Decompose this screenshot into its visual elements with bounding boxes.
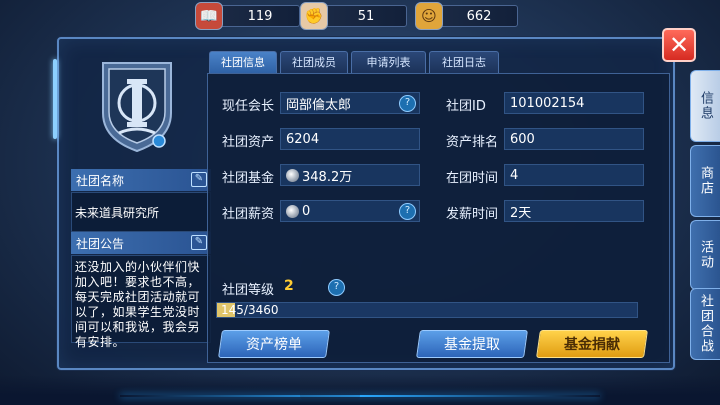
assets-value: 6204 bbox=[286, 131, 320, 147]
close-button[interactable]: ✕ bbox=[662, 28, 696, 62]
club-notice-text: 还没加入的小伙伴们快加入吧！要求也不高，每天完成社团活动就可以了，如果学生党没时… bbox=[71, 255, 211, 349]
mask-icon: ☺ bbox=[415, 2, 443, 30]
salary-field: 0 ? bbox=[280, 200, 420, 222]
silver-coin-icon bbox=[286, 204, 299, 218]
fund-donate-button[interactable]: 基金捐献 bbox=[536, 330, 648, 358]
member-time-value: 4 bbox=[510, 167, 519, 183]
club-name-label: 社团名称 bbox=[76, 173, 125, 188]
tab-club-info[interactable]: 社团信息 bbox=[209, 51, 277, 73]
side-tab-club-battle[interactable]: 社团合战 bbox=[690, 288, 720, 360]
fund-field: 348.2万 bbox=[280, 164, 420, 186]
level-progress-text: 145/3460 bbox=[221, 303, 279, 317]
tab-bar: 社团信息 社团成员 申请列表 社团日志 bbox=[209, 51, 499, 73]
leader-value: 岡部倫太郎 bbox=[286, 97, 352, 113]
tab-club-members[interactable]: 社团成员 bbox=[280, 51, 348, 73]
club-emblem bbox=[102, 62, 172, 153]
fund-label: 社团基金 bbox=[222, 171, 275, 186]
tab-application-list[interactable]: 申请列表 bbox=[351, 51, 426, 73]
close-icon: ✕ bbox=[668, 31, 690, 59]
club-id-label: 社团ID bbox=[446, 99, 486, 114]
club-notice-header: 社团公告 ✎ bbox=[71, 232, 211, 254]
leader-field: 岡部倫太郎 ? bbox=[280, 92, 420, 114]
side-tab-info[interactable]: 信息 bbox=[690, 70, 720, 142]
fund-donate-button-label: 基金捐献 bbox=[564, 337, 620, 353]
level-help-icon[interactable]: ? bbox=[328, 279, 345, 296]
leader-label: 现任会长 bbox=[222, 99, 275, 114]
salary-label: 社团薪资 bbox=[222, 207, 275, 222]
club-name-header: 社团名称 ✎ bbox=[71, 169, 211, 191]
bottom-glow bbox=[0, 375, 720, 405]
level-label: 社团等级 bbox=[222, 283, 275, 298]
book-icon: 📖 bbox=[195, 2, 223, 30]
edit-notice-icon[interactable]: ✎ bbox=[191, 235, 207, 250]
payday-value: 2天 bbox=[510, 205, 532, 221]
club-id-value: 101002154 bbox=[510, 95, 585, 111]
club-info-content: 现任会长 岡部倫太郎 ? 社团ID 101002154 社团资产 6204 资产… bbox=[207, 73, 670, 363]
leader-help-icon[interactable]: ? bbox=[399, 95, 416, 112]
level-progress-bar: 145/3460 bbox=[216, 302, 638, 318]
member-time-field: 4 bbox=[504, 164, 644, 186]
payday-field: 2天 bbox=[504, 200, 644, 222]
tab-club-log[interactable]: 社团日志 bbox=[429, 51, 499, 73]
asset-rank-button[interactable]: 资产榜单 bbox=[218, 330, 330, 358]
resource-fist: ✊ 51 bbox=[300, 2, 407, 30]
salary-value: 0 bbox=[302, 203, 311, 219]
fund-withdraw-button[interactable]: 基金提取 bbox=[416, 330, 528, 358]
payday-label: 发薪时间 bbox=[446, 207, 499, 222]
side-tab-shop[interactable]: 商店 bbox=[690, 145, 720, 217]
fund-withdraw-button-label: 基金提取 bbox=[444, 337, 500, 353]
salary-help-icon[interactable]: ? bbox=[399, 203, 416, 220]
club-name-value: 未来道具研究所 bbox=[71, 192, 211, 232]
resource-book: 📖 119 bbox=[195, 2, 300, 30]
side-tab-activity[interactable]: 活动 bbox=[690, 220, 720, 290]
assets-field: 6204 bbox=[280, 128, 420, 150]
asset-rank-field: 600 bbox=[504, 128, 644, 150]
fist-icon: ✊ bbox=[300, 2, 328, 30]
club-id-field: 101002154 bbox=[504, 92, 644, 114]
asset-rank-button-label: 资产榜单 bbox=[246, 337, 302, 353]
club-notice-label: 社团公告 bbox=[76, 236, 125, 251]
edit-name-icon[interactable]: ✎ bbox=[191, 172, 207, 187]
resource-mask: ☺ 662 bbox=[415, 2, 518, 30]
level-value: 2 bbox=[284, 278, 294, 294]
fund-value: 348.2万 bbox=[302, 169, 353, 185]
asset-rank-label: 资产排名 bbox=[446, 135, 499, 150]
member-time-label: 在团时间 bbox=[446, 171, 499, 186]
assets-label: 社团资产 bbox=[222, 135, 275, 150]
club-panel: 社团名称 ✎ 未来道具研究所 社团公告 ✎ 还没加入的小伙伴们快加入吧！要求也不… bbox=[53, 37, 675, 370]
asset-rank-value: 600 bbox=[510, 131, 535, 147]
silver-coin-icon bbox=[286, 168, 299, 182]
